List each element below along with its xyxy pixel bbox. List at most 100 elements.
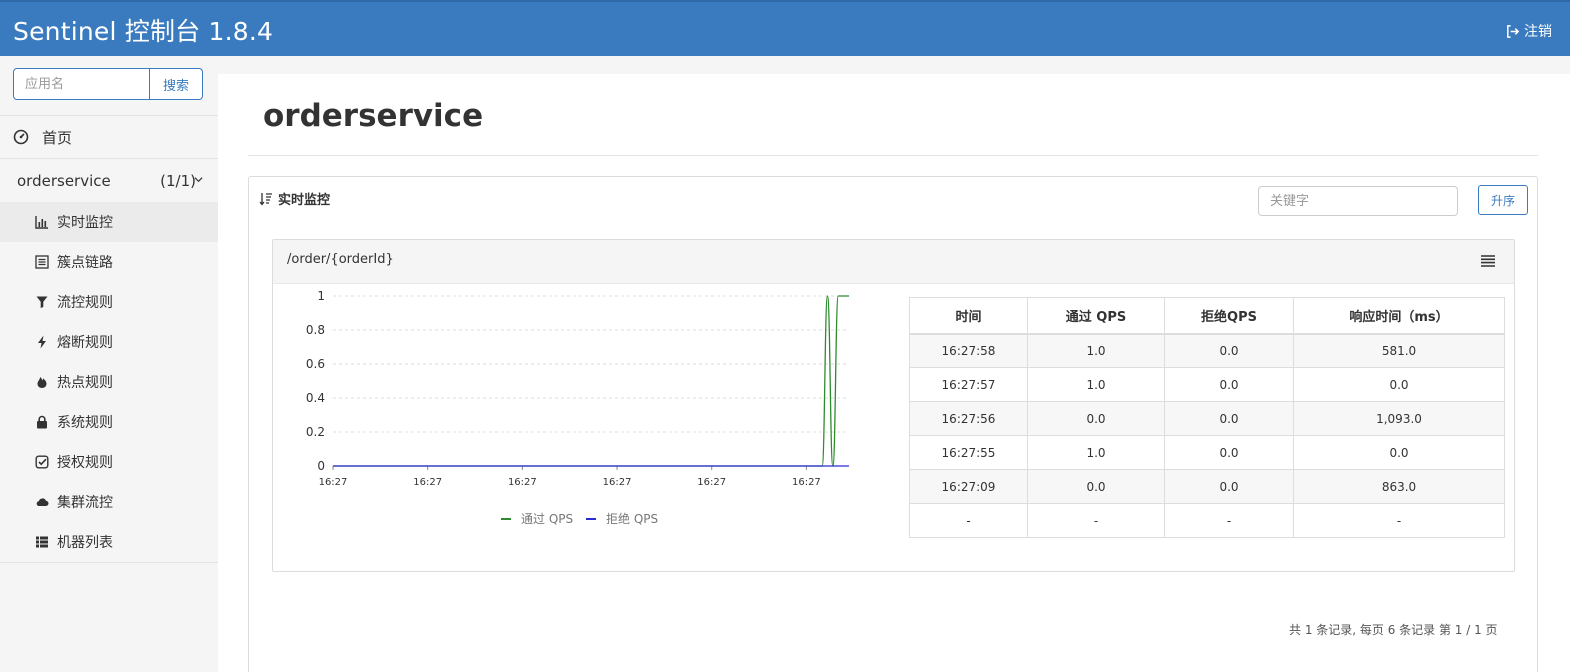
metrics-table: 时间 通过 QPS 拒绝QPS 响应时间（ms） 16:27:58 1.0 0.… [909, 297, 1505, 538]
y-tick-label: 1 [317, 290, 325, 303]
fire-icon [37, 377, 46, 388]
y-tick-label: 0.8 [306, 323, 325, 337]
table-row: 16:27:56 0.0 0.0 1,093.0 [909, 401, 1505, 436]
top-navbar: Sentinel 控制台 1.8.4 注销 [0, 0, 1570, 56]
filter-icon [36, 296, 47, 308]
table-row: 16:27:09 0.0 0.0 863.0 [909, 469, 1505, 504]
panel-header: 实时监控 [259, 189, 330, 208]
column-header: 响应时间（ms） [1293, 297, 1505, 335]
sidebar-item-label: 系统规则 [57, 415, 113, 431]
logout-link[interactable]: 注销 [1505, 21, 1552, 41]
app-name: orderservice [17, 172, 111, 190]
y-tick-label: 0.2 [306, 425, 325, 439]
sign-out-icon [1507, 24, 1520, 38]
sidebar-item-param-flow-rules[interactable]: 热点规则 [0, 362, 218, 402]
sidebar-item-machine-list[interactable]: 机器列表 [0, 522, 218, 562]
app-search-input[interactable] [13, 68, 150, 100]
sidebar-item-cluster-flow[interactable]: 集群流控 [0, 482, 218, 522]
table-cell: 16:27:09 [909, 469, 1028, 504]
list-alt-icon [34, 255, 49, 269]
th-list-icon [35, 536, 48, 548]
table-row: 16:27:57 1.0 0.0 0.0 [909, 367, 1505, 402]
sidebar-item-label: 实时监控 [57, 215, 113, 231]
title-divider [248, 155, 1538, 156]
app-instance-count: (1/1) [160, 172, 196, 190]
lock-icon [36, 415, 47, 429]
sidebar-item-label: 集群流控 [57, 495, 113, 511]
sidebar-item-label: 机器列表 [57, 535, 113, 551]
monitor-panel: 实时监控 升序 /order/{orderId} 0 0.2 0.4 0.6 0.8 1 1… [248, 176, 1538, 672]
x-tick-label: 16:27 [508, 477, 537, 488]
sidebar-item-home[interactable]: 首页 [0, 116, 218, 158]
legend-label: 拒绝 QPS [606, 511, 658, 526]
cloud-icon [36, 498, 49, 507]
sidebar-item-authority-rules[interactable]: 授权规则 [0, 442, 218, 482]
sidebar-item-label: 流控规则 [57, 295, 113, 311]
table-cell: 0.0 [1164, 367, 1294, 402]
check-icon [35, 455, 49, 469]
sidebar-item-label: 热点规则 [57, 375, 113, 391]
sidebar: 搜索 首页 orderservice (1/1) 实时监控 簇点链路 流控规则 … [0, 56, 218, 672]
table-cell: 16:27:57 [909, 367, 1028, 402]
sidebar-item-label: 首页 [42, 128, 73, 147]
table-cell: 1,093.0 [1293, 401, 1505, 436]
hamburger-menu-icon[interactable] [1480, 254, 1496, 268]
column-header: 通过 QPS [1027, 297, 1165, 335]
sidebar-item-flow-rules[interactable]: 流控规则 [0, 282, 218, 322]
table-cell: 0.0 [1164, 401, 1294, 436]
table-cell: 581.0 [1293, 333, 1505, 368]
sidebar-app-orderservice[interactable]: orderservice (1/1) [0, 160, 218, 202]
page-title: orderservice [263, 98, 484, 134]
sidebar-menu: 实时监控 簇点链路 流控规则 熔断规则 热点规则 系统规则 授权规则 集群流控 [0, 202, 218, 562]
sidebar-item-realtime-monitor[interactable]: 实时监控 [0, 202, 218, 242]
table-cell: 0.0 [1164, 469, 1294, 504]
sidebar-item-label: 簇点链路 [57, 255, 113, 271]
flash-icon [37, 335, 46, 349]
y-tick-label: 0.6 [306, 357, 325, 371]
x-tick-label: 16:27 [413, 477, 442, 488]
brand-title[interactable]: Sentinel 控制台 1.8.4 [13, 12, 273, 48]
table-cell: 1.0 [1027, 435, 1165, 470]
resource-name: /order/{orderId} [287, 252, 394, 267]
table-row: - - - - [909, 503, 1505, 538]
keyword-search-input[interactable] [1258, 186, 1458, 216]
x-tick-label: 16:27 [697, 477, 726, 488]
chevron-down-icon [194, 177, 203, 183]
resource-card: /order/{orderId} 0 0.2 0.4 0.6 0.8 1 16:27 16:2… [272, 239, 1515, 572]
column-header: 拒绝QPS [1164, 297, 1294, 335]
sidebar-divider [0, 562, 218, 563]
sort-order-button[interactable]: 升序 [1478, 185, 1528, 215]
table-cell: 863.0 [1293, 469, 1505, 504]
table-cell: 0.0 [1293, 435, 1505, 470]
pagination-info: 共 1 条记录, 每页 6 条记录 第 1 / 1 页 [1289, 623, 1498, 637]
y-tick-label: 0.4 [306, 391, 325, 405]
sidebar-divider [0, 158, 218, 159]
table-cell: 0.0 [1027, 469, 1165, 504]
qps-line-chart: 0 0.2 0.4 0.6 0.8 1 16:27 16:27 16:27 16:27 16:27 1… [306, 290, 849, 526]
app-search: 搜索 [13, 68, 203, 100]
table-cell: - [1293, 503, 1505, 538]
bar-chart-icon [34, 216, 48, 229]
x-tick-label: 16:27 [319, 477, 348, 488]
table-header-row: 时间 通过 QPS 拒绝QPS 响应时间（ms） [909, 297, 1505, 335]
table-cell: 16:27:58 [909, 333, 1028, 368]
table-cell: 0.0 [1164, 435, 1294, 470]
x-tick-label: 16:27 [603, 477, 632, 488]
sidebar-item-system-rules[interactable]: 系统规则 [0, 402, 218, 442]
app-search-button[interactable]: 搜索 [150, 68, 203, 100]
table-cell: - [1027, 503, 1165, 538]
table-cell: 0.0 [1027, 401, 1165, 436]
sidebar-item-degrade-rules[interactable]: 熔断规则 [0, 322, 218, 362]
table-cell: 0.0 [1293, 367, 1505, 402]
sidebar-item-label: 授权规则 [57, 455, 113, 471]
panel-title: 实时监控 [278, 193, 331, 208]
table-row: 16:27:55 1.0 0.0 0.0 [909, 435, 1505, 470]
series-line-pass-qps [332, 295, 849, 467]
sidebar-item-cluster-point-link[interactable]: 簇点链路 [0, 242, 218, 282]
table-cell: - [909, 503, 1028, 538]
sort-amount-icon [259, 192, 272, 206]
legend-label: 通过 QPS [521, 512, 573, 526]
column-header: 时间 [909, 297, 1028, 335]
x-tick-label: 16:27 [792, 477, 821, 488]
table-cell: 16:27:56 [909, 401, 1028, 436]
